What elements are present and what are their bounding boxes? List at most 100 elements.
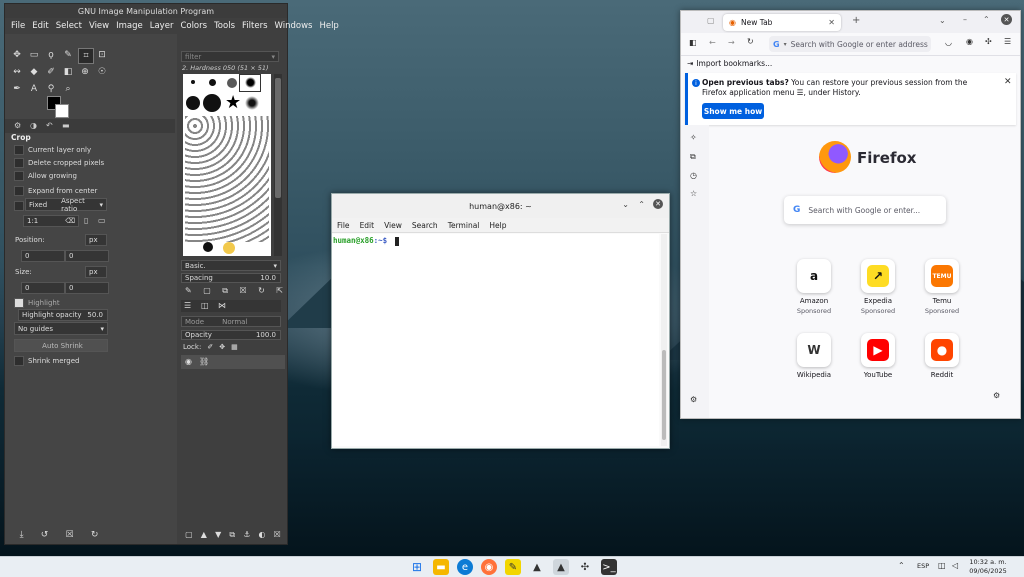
brush-item[interactable] [203,94,221,112]
edge-icon[interactable]: e [457,559,473,575]
url-bar[interactable]: G ▾ Search with Google or enter address [769,36,931,52]
restore-icon[interactable]: ↺ [41,530,49,542]
top-site-label[interactable]: Reddit [912,371,972,379]
position-x-input[interactable]: 0 [21,250,65,262]
pocket-icon[interactable]: ◡ [945,38,952,47]
tab-new-tab[interactable]: ◉ New Tab ✕ [723,14,841,31]
eraser-tool-icon[interactable]: ◧ [61,65,75,79]
checkbox[interactable] [14,356,24,366]
checkbox[interactable] [14,201,24,211]
lock-pixels-icon[interactable]: ✐ [207,343,213,351]
google-icon[interactable]: G [773,40,780,49]
menu-tools[interactable]: Tools [214,21,235,31]
scroll-thumb[interactable] [275,78,281,198]
gimp-taskbar-icon[interactable]: ✣ [577,559,593,575]
top-site-tile[interactable]: a [797,259,831,293]
delete-layer-icon[interactable]: ☒ [274,530,281,542]
text-tool-icon[interactable]: A [27,82,41,96]
menu-select[interactable]: Select [56,21,82,31]
menu-colors[interactable]: Colors [180,21,207,31]
menu-help[interactable]: Help [319,21,338,31]
option-current-layer-only[interactable]: Current layer only [14,145,91,155]
volume-icon[interactable]: ◁ [952,561,958,570]
top-site-tile[interactable]: TEMU [925,259,959,293]
brush-item[interactable] [245,77,256,88]
landscape-icon[interactable]: ▭ [98,216,106,225]
terminal-scrollbar[interactable] [661,234,667,446]
lock-position-icon[interactable]: ✥ [219,343,225,351]
close-window-icon[interactable]: ✕ [1001,14,1012,25]
tool-options-tab-icon[interactable]: ⚙ [14,121,21,130]
checkbox[interactable] [14,171,24,181]
brush-item[interactable] [223,242,235,254]
brush-filter-input[interactable]: filter ▾ [181,51,279,62]
maximize-icon[interactable]: ⌃ [638,200,645,209]
gimp-titlebar[interactable]: GNU Image Manipulation Program [5,4,287,18]
account-icon[interactable]: ◉ [966,37,973,46]
penguin-app-icon[interactable]: ▲ [529,559,545,575]
lower-layer-icon[interactable]: ▼ [215,530,221,542]
new-brush-icon[interactable]: ▢ [203,286,211,296]
duplicate-brush-icon[interactable]: ⧉ [222,286,228,296]
tab-groups-icon[interactable]: ▢ [707,16,715,25]
checkbox[interactable] [14,186,24,196]
brush-grid[interactable]: ★ [183,74,271,256]
brush-spacing-slider[interactable]: Spacing 10.0 [181,273,281,283]
top-site-label[interactable]: Wikipedia [784,371,844,379]
menu-icon[interactable]: ☰ [1004,37,1011,46]
mask-icon[interactable]: ◐ [259,530,266,542]
penguin-app-active-icon[interactable]: ▲ [553,559,569,575]
bucket-fill-tool-icon[interactable]: ◆ [27,65,41,79]
channels-tab-icon[interactable]: ◫ [201,301,209,310]
new-tab-icon[interactable]: + [852,15,860,26]
duplicate-layer-icon[interactable]: ⧉ [229,530,235,542]
guides-dropdown[interactable]: No guides ▾ [14,322,108,335]
sidebar-icon[interactable]: ◧ [689,38,697,47]
checkbox[interactable] [14,158,24,168]
device-status-tab-icon[interactable]: ◑ [30,121,37,130]
newtab-settings-gear-icon[interactable]: ⚙ [993,391,1000,400]
highlight-opacity-slider[interactable]: Highlight opacity 50.0 [18,309,108,321]
reset-icon[interactable]: ↻ [91,530,99,542]
top-site-label[interactable]: YouTube [848,371,908,379]
layers-tab-icon[interactable]: ☰ [184,301,191,310]
minimize-icon[interactable]: ⌄ [622,200,629,209]
network-icon[interactable]: ◫ [938,561,946,570]
list-tabs-icon[interactable]: ⌄ [939,16,946,25]
tray-expand-icon[interactable]: ⌃ [898,561,905,570]
close-icon[interactable]: ✕ [653,199,663,209]
rect-select-tool-icon[interactable]: ▭ [27,48,41,62]
top-site-tile[interactable]: ● [925,333,959,367]
extensions-icon[interactable]: ✣ [985,37,992,46]
menu-search[interactable]: Search [412,221,438,230]
minimize-icon[interactable]: – [963,15,967,24]
option-highlight[interactable]: Highlight [14,298,60,308]
undo-history-tab-icon[interactable]: ↶ [46,121,53,130]
close-tab-icon[interactable]: ✕ [828,18,835,27]
open-as-image-icon[interactable]: ⇱ [276,286,283,296]
start-menu-icon[interactable]: ⊞ [409,559,425,575]
raise-layer-icon[interactable]: ▲ [201,530,207,542]
option-expand-from-center[interactable]: Expand from center [14,186,97,196]
position-unit-dropdown[interactable]: px [85,234,107,246]
brush-item[interactable] [227,78,237,88]
path-tool-icon[interactable]: ✒ [10,82,24,96]
move-tool-icon[interactable]: ✥ [10,48,24,62]
terminal-taskbar-icon[interactable]: >_ [601,559,617,575]
top-site-tile[interactable]: ▶ [861,333,895,367]
zoom-tool-icon[interactable]: ⌕ [61,82,75,96]
lasso-tool-icon[interactable]: ϙ [44,48,58,62]
menu-edit[interactable]: Edit [360,221,375,230]
menu-image[interactable]: Image [116,21,143,31]
brush-item[interactable] [209,79,216,86]
chain-icon[interactable]: ⛓ [199,357,209,366]
top-site-label[interactable]: Expedia [848,297,908,305]
save-preset-icon[interactable]: ⤓ [20,530,24,542]
transform-tool-icon[interactable]: ⊡ [95,48,109,62]
option-shrink-merged[interactable]: Shrink merged [14,356,80,366]
clock-time[interactable]: 10:32 a. m. [968,558,1008,566]
size-y-input[interactable]: 0 [65,282,109,294]
size-unit-dropdown[interactable]: px [85,266,107,278]
terminal-titlebar[interactable]: human@x86: ~ ⌄ ⌃ ✕ [332,194,669,218]
visibility-icon[interactable]: ◉ [185,357,192,366]
